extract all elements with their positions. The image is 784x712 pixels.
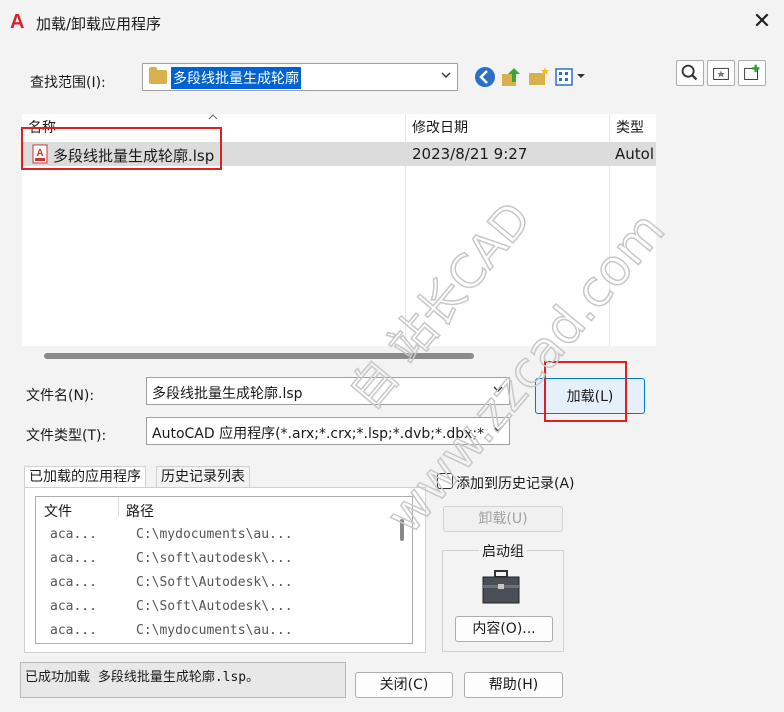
- close-window-button[interactable]: ✕: [748, 8, 776, 36]
- favorites-button[interactable]: [707, 60, 735, 86]
- find-button[interactable]: [676, 60, 704, 86]
- favorites-folder-icon: [713, 67, 729, 80]
- startup-contents-button[interactable]: 内容(O)...: [455, 616, 553, 642]
- tab-history-list[interactable]: 历史记录列表: [156, 466, 250, 488]
- folder-icon: [149, 67, 167, 84]
- loaded-path: C:\mydocuments\au...: [136, 623, 293, 638]
- vertical-scrollbar[interactable]: [400, 519, 404, 541]
- file-type-dropdown[interactable]: AutoCAD 应用程序(*.arx;*.crx;*.lsp;*.dvb;*.d…: [146, 417, 510, 445]
- list-item[interactable]: aca... C:\soft\autodesk\...: [50, 551, 293, 566]
- column-separator: [118, 497, 119, 517]
- loaded-apps-list[interactable]: 文件 路径 aca... C:\mydocuments\au... aca... C…: [35, 496, 413, 644]
- window-title: 加载/卸载应用程序: [36, 15, 162, 33]
- loaded-file: aca...: [50, 623, 97, 638]
- file-name-field[interactable]: 多段线批量生成轮廓.lsp: [146, 377, 510, 405]
- file-modified-cell: 2023/8/21 9:27: [412, 145, 528, 163]
- column-header-file[interactable]: 文件: [44, 501, 72, 521]
- chevron-down-icon: [493, 386, 503, 392]
- look-in-label: 查找范围(I):: [30, 75, 106, 91]
- list-item[interactable]: aca... C:\mydocuments\au...: [50, 527, 293, 542]
- autocad-app-icon: A: [10, 11, 25, 33]
- look-in-dropdown[interactable]: 多段线批量生成轮廓: [142, 63, 458, 91]
- back-icon[interactable]: [472, 64, 498, 90]
- help-button[interactable]: 帮助(H): [464, 672, 563, 698]
- unload-button[interactable]: 卸载(U): [443, 506, 563, 532]
- column-header-path[interactable]: 路径: [126, 501, 154, 521]
- close-button[interactable]: 关闭(C): [355, 672, 453, 698]
- look-in-value: 多段线批量生成轮廓: [171, 67, 301, 89]
- startup-group: 启动组 内容(O)...: [442, 544, 564, 652]
- loaded-file: aca...: [50, 551, 97, 566]
- file-name-label: 文件名(N):: [26, 388, 95, 404]
- highlight-box-load: [544, 361, 627, 422]
- file-type-label: 文件类型(T):: [26, 428, 107, 444]
- horizontal-scrollbar[interactable]: [44, 353, 474, 359]
- loaded-apps-panel: 文件 路径 aca... C:\mydocuments\au... aca... C…: [24, 487, 426, 653]
- highlight-box-file: [21, 127, 222, 170]
- loaded-file: aca...: [50, 599, 97, 614]
- loaded-file: aca...: [50, 527, 97, 542]
- file-type-cell: Autol: [615, 145, 654, 163]
- views-menu-icon[interactable]: [554, 66, 588, 88]
- briefcase-icon: [482, 570, 520, 604]
- new-folder-icon[interactable]: [526, 64, 552, 90]
- list-item[interactable]: aca... C:\Soft\Autodesk\...: [50, 575, 293, 590]
- add-to-history-label: 添加到历史记录(A): [456, 476, 575, 492]
- sort-ascending-icon: [208, 114, 218, 120]
- add-favorite-button[interactable]: [738, 60, 766, 86]
- up-one-level-icon[interactable]: [498, 64, 524, 90]
- list-item[interactable]: aca... C:\Soft\Autodesk\...: [50, 599, 293, 614]
- add-to-history-checkbox[interactable]: [437, 473, 453, 489]
- column-header-type[interactable]: 类型: [610, 114, 644, 140]
- chevron-down-icon: [493, 426, 503, 432]
- chevron-down-icon: [441, 72, 451, 78]
- loaded-path: C:\Soft\Autodesk\...: [136, 575, 293, 590]
- tab-loaded-apps[interactable]: 已加载的应用程序: [24, 466, 146, 488]
- startup-group-title: 启动组: [479, 544, 527, 560]
- add-to-favorites-icon: [744, 64, 760, 80]
- list-item[interactable]: aca... C:\mydocuments\au...: [50, 623, 293, 638]
- loaded-file: aca...: [50, 575, 97, 590]
- loaded-path: C:\soft\autodesk\...: [136, 551, 293, 566]
- loaded-path: C:\Soft\Autodesk\...: [136, 599, 293, 614]
- file-type-value: AutoCAD 应用程序(*.arx;*.crx;*.lsp;*.dvb;*.d…: [152, 426, 485, 442]
- status-message: 已成功加载 多段线批量生成轮廓.lsp。: [20, 662, 346, 698]
- magnifier-icon: [681, 64, 698, 81]
- file-name-value: 多段线批量生成轮廓.lsp: [152, 386, 303, 402]
- column-header-modified[interactable]: 修改日期: [406, 114, 468, 140]
- loaded-path: C:\mydocuments\au...: [136, 527, 293, 542]
